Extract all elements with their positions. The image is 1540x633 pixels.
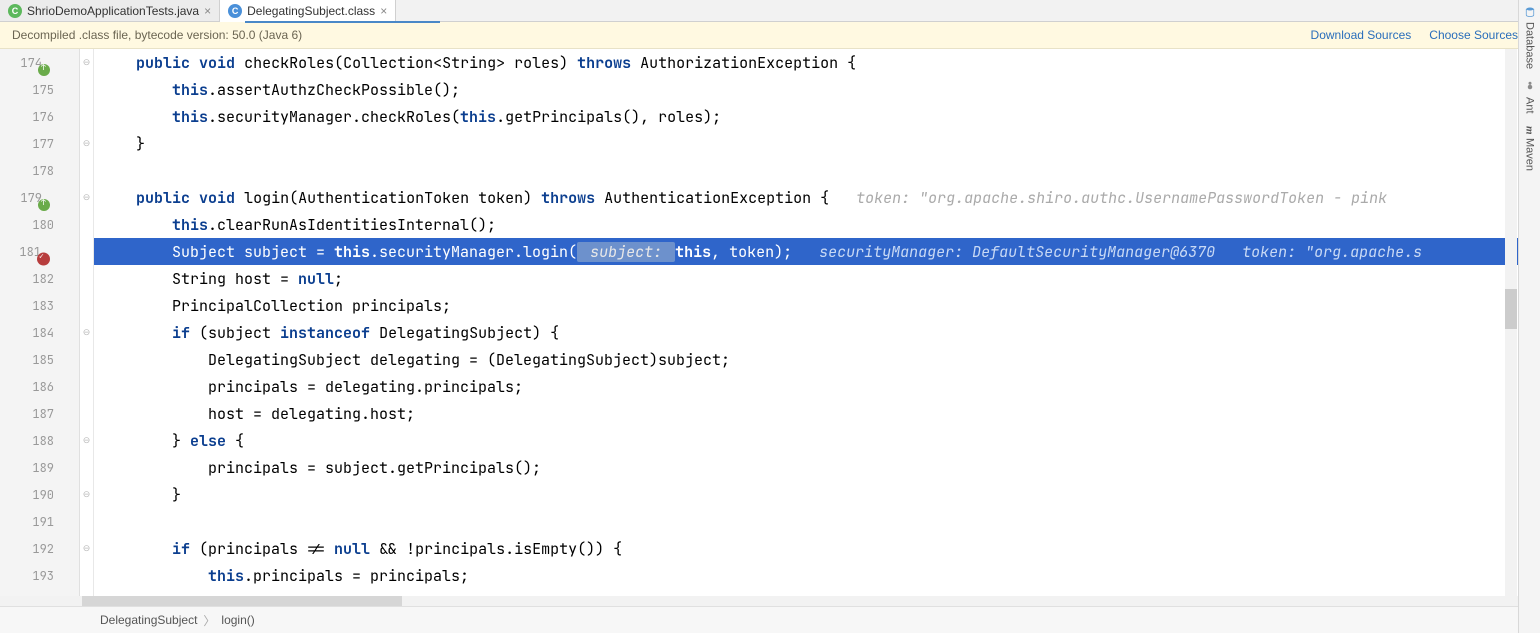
line-number[interactable]: 192 (0, 535, 79, 562)
chevron-right-icon: 〉 (203, 612, 215, 629)
scrollbar-thumb[interactable] (1505, 289, 1517, 329)
maven-tool-tab[interactable]: m Maven (1524, 126, 1536, 172)
fold-marker[interactable] (80, 211, 93, 238)
close-icon[interactable]: × (380, 4, 387, 18)
param-hint: subject: (577, 242, 675, 262)
line-number-gutter[interactable]: 1741751761771781791801811821831841851861… (0, 49, 80, 604)
breakpoint-icon[interactable] (37, 252, 50, 265)
line-number[interactable]: 174 (0, 49, 79, 76)
fold-marker[interactable] (80, 265, 93, 292)
line-number[interactable]: 190 (0, 481, 79, 508)
choose-sources-link[interactable]: Choose Sources... (1429, 28, 1528, 42)
tab-label: DelegatingSubject.class (247, 4, 375, 18)
tab-label: ShrioDemoApplicationTests.java (27, 4, 199, 18)
ant-tool-tab[interactable]: Ant (1524, 81, 1536, 114)
right-tool-window-bar: Database Ant m Maven (1518, 0, 1540, 633)
line-number[interactable]: 187 (0, 400, 79, 427)
line-number[interactable]: 176 (0, 103, 79, 130)
fold-marker[interactable] (80, 103, 93, 130)
fold-marker[interactable] (80, 562, 93, 589)
line-number[interactable]: 179 (0, 184, 79, 211)
fold-marker[interactable] (80, 400, 93, 427)
info-links: Download Sources Choose Sources... (1311, 28, 1528, 42)
line-number[interactable]: 193 (0, 562, 79, 589)
fold-marker[interactable]: ⊖ (80, 427, 93, 454)
database-tool-tab[interactable]: Database (1524, 6, 1536, 69)
fold-marker[interactable] (80, 76, 93, 103)
fold-marker[interactable]: ⊖ (80, 130, 93, 157)
fold-marker[interactable] (80, 373, 93, 400)
breadcrumb-item[interactable]: login() (221, 613, 254, 627)
vertical-scrollbar[interactable] (1505, 49, 1517, 604)
fold-marker[interactable]: ⊖ (80, 481, 93, 508)
line-number[interactable]: 181 (0, 238, 79, 265)
line-number[interactable]: 175 (0, 76, 79, 103)
inline-hint: securityManager: DefaultSecurityManager@… (819, 242, 1422, 262)
info-text: Decompiled .class file, bytecode version… (12, 28, 302, 42)
line-number[interactable]: 185 (0, 346, 79, 373)
breadcrumbs: DelegatingSubject 〉 login() (0, 606, 1518, 633)
ant-icon (1524, 81, 1536, 93)
fold-gutter[interactable]: ⊖ ⊖ ⊖ ⊖ ⊖ ⊖ ⊖ (80, 49, 94, 604)
line-number[interactable]: 178 (0, 157, 79, 184)
editor-tabs: C ShrioDemoApplicationTests.java × C Del… (0, 0, 1540, 22)
tab-tests-file[interactable]: C ShrioDemoApplicationTests.java × (0, 0, 220, 21)
code-body[interactable]: public void checkRoles(Collection<String… (94, 49, 1540, 604)
class-icon: C (8, 4, 22, 18)
inline-hint: token: "org.apache.shiro.authc.UsernameP… (856, 188, 1387, 208)
breadcrumb-item[interactable]: DelegatingSubject (100, 613, 197, 627)
line-number[interactable]: 188 (0, 427, 79, 454)
fold-marker[interactable]: ⊖ (80, 535, 93, 562)
database-icon (1524, 6, 1536, 18)
line-number[interactable]: 180 (0, 211, 79, 238)
fold-marker[interactable]: ⊖ (80, 319, 93, 346)
execution-line[interactable]: Subject subject = this.securityManager.l… (94, 238, 1540, 265)
fold-marker[interactable] (80, 508, 93, 535)
line-number[interactable]: 183 (0, 292, 79, 319)
fold-marker[interactable] (80, 157, 93, 184)
line-number[interactable]: 177 (0, 130, 79, 157)
fold-marker[interactable]: ⊖ (80, 184, 93, 211)
line-number[interactable]: 184 (0, 319, 79, 346)
fold-marker[interactable] (80, 346, 93, 373)
tab-delegating-subject[interactable]: C DelegatingSubject.class × (220, 0, 396, 22)
line-number[interactable]: 182 (0, 265, 79, 292)
line-number[interactable]: 189 (0, 454, 79, 481)
close-icon[interactable]: × (204, 4, 211, 18)
fold-marker[interactable] (80, 454, 93, 481)
scrollbar-thumb[interactable] (82, 596, 402, 606)
override-icon[interactable] (38, 64, 50, 76)
fold-marker[interactable]: ⊖ (80, 49, 93, 76)
horizontal-scrollbar[interactable] (0, 596, 1518, 606)
override-icon[interactable] (38, 199, 50, 211)
class-icon: C (228, 4, 242, 18)
line-number[interactable]: 191 (0, 508, 79, 535)
fold-marker[interactable] (80, 238, 93, 265)
editor-area: 1741751761771781791801811821831841851861… (0, 49, 1540, 604)
download-sources-link[interactable]: Download Sources (1311, 28, 1412, 42)
tab-underline (245, 21, 440, 23)
line-number[interactable]: 186 (0, 373, 79, 400)
maven-icon: m (1524, 126, 1536, 135)
fold-marker[interactable] (80, 292, 93, 319)
decompiled-info-bar: Decompiled .class file, bytecode version… (0, 22, 1540, 49)
